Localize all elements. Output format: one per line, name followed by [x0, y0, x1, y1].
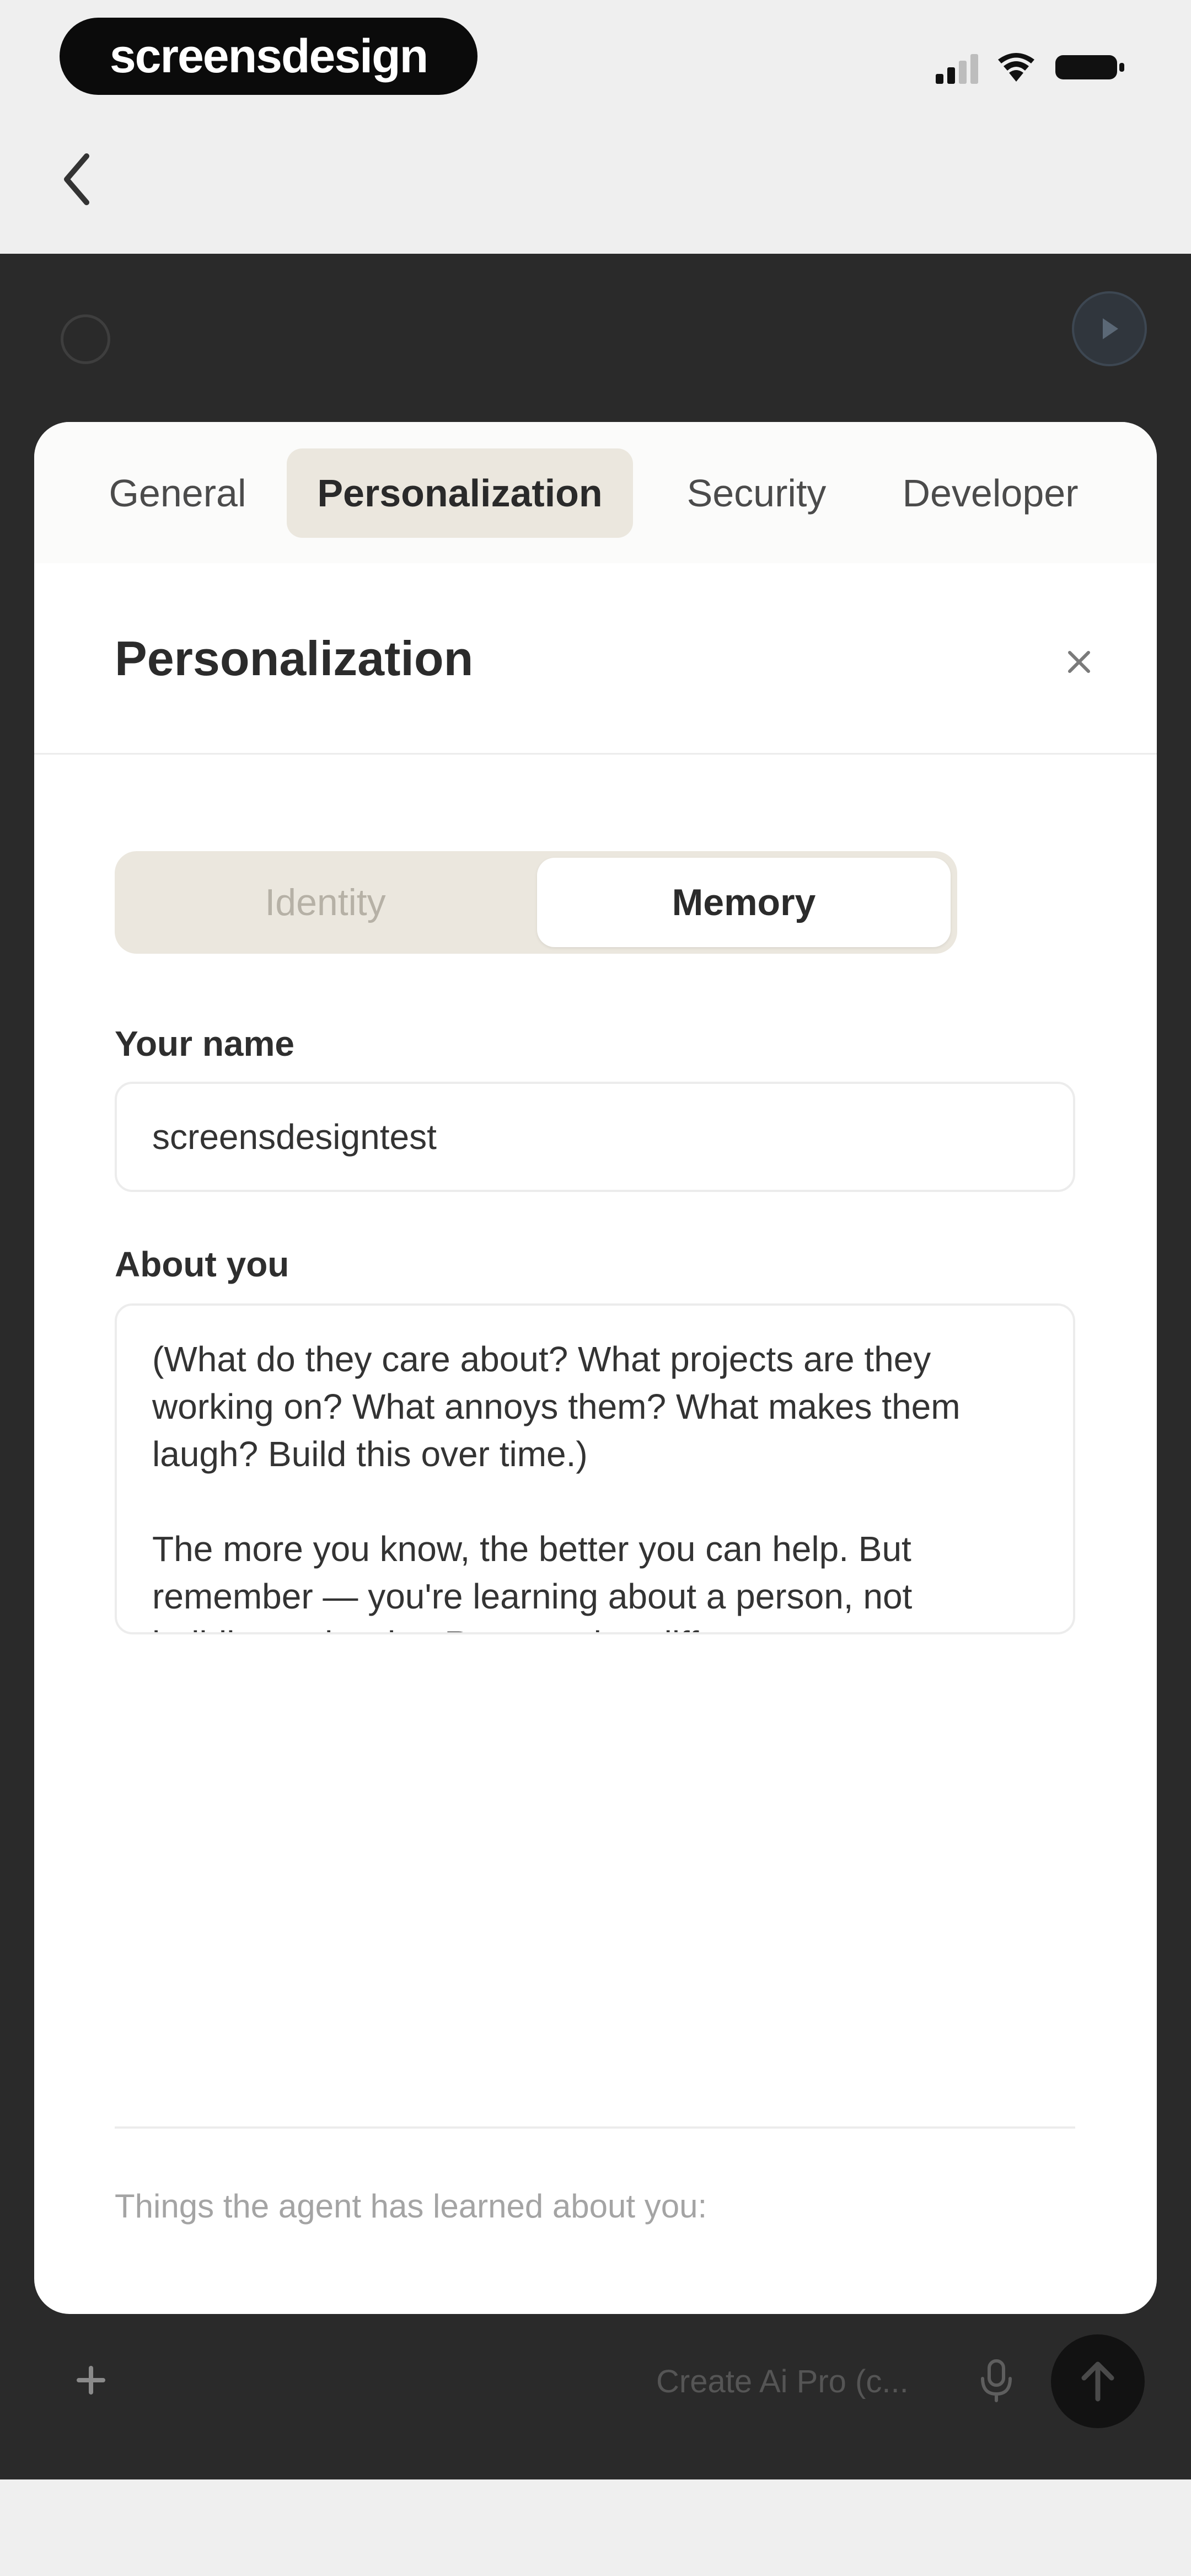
section-divider — [115, 2126, 1075, 2129]
microphone-icon[interactable] — [976, 2359, 1017, 2403]
header-divider — [34, 753, 1157, 755]
memories-heading: Things the agent has learned about you: — [115, 2188, 707, 2225]
play-icon — [1103, 318, 1118, 339]
name-field-label: Your name — [115, 1024, 294, 1063]
name-input[interactable] — [115, 1082, 1075, 1192]
cellular-signal-icon — [936, 51, 978, 84]
close-icon — [1068, 651, 1090, 673]
tab-general[interactable]: General — [95, 448, 260, 538]
chevron-left-icon — [64, 153, 89, 205]
tab-personalization[interactable]: Personalization — [287, 448, 633, 538]
back-button[interactable] — [46, 143, 107, 215]
profile-avatar[interactable] — [1072, 291, 1147, 366]
settings-modal: General Personalization Security Develop… — [34, 422, 1157, 2314]
memories-empty-state: No memories saved yet. — [115, 2308, 471, 2314]
navigation-bar — [0, 105, 1191, 254]
status-icons — [936, 51, 1126, 84]
modal-title: Personalization — [115, 631, 474, 686]
close-button[interactable] — [1049, 632, 1109, 692]
composer-input[interactable]: Create Ai Pro (c... — [656, 2363, 909, 2400]
plus-icon — [77, 2366, 105, 2395]
brand-badge: screensdesign — [60, 18, 478, 95]
battery-icon — [1055, 55, 1124, 79]
wifi-icon — [998, 53, 1034, 82]
attach-button[interactable] — [72, 2361, 110, 2399]
tab-security[interactable]: Security — [663, 448, 850, 538]
message-composer: Create Ai Pro (c... — [0, 2306, 1191, 2479]
status-bar: screensdesign — [0, 0, 1191, 105]
about-textarea[interactable]: (What do they care about? What projects … — [115, 1303, 1075, 1634]
tab-developer[interactable]: Developer — [880, 448, 1101, 538]
segment-memory[interactable]: Memory — [537, 858, 951, 947]
menu-icon[interactable] — [61, 314, 110, 364]
home-indicator-area — [0, 2479, 1191, 2576]
identity-memory-toggle: Identity Memory — [115, 851, 957, 954]
about-field-label: About you — [115, 1244, 289, 1284]
send-button[interactable] — [1051, 2334, 1145, 2428]
settings-tabs: General Personalization Security Develop… — [34, 422, 1157, 563]
arrow-up-icon — [1081, 2361, 1114, 2402]
segment-identity[interactable]: Identity — [121, 858, 529, 947]
